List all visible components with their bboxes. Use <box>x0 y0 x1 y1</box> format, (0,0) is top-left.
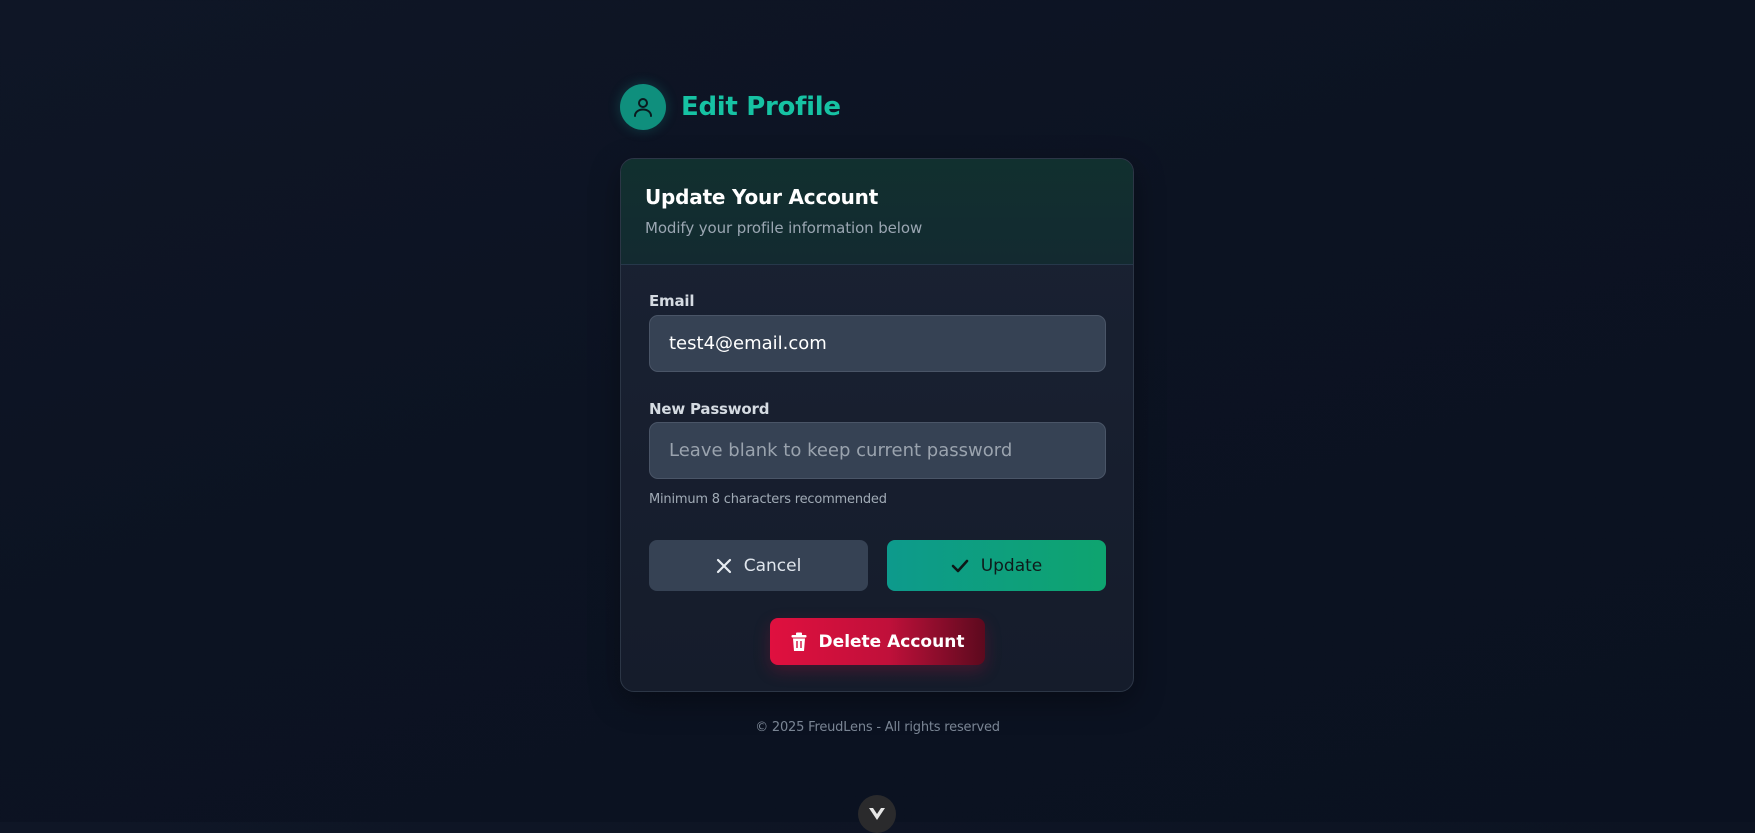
edit-profile-card: Update Your Account Modify your profile … <box>620 158 1134 692</box>
check-icon <box>951 558 969 574</box>
scroll-down-button[interactable] <box>858 795 896 833</box>
card-title: Update Your Account <box>645 185 879 209</box>
email-label: Email <box>649 292 695 310</box>
card-subtitle: Modify your profile information below <box>645 219 923 237</box>
password-hint: Minimum 8 characters recommended <box>649 492 887 507</box>
email-field[interactable] <box>649 315 1106 372</box>
trash-icon <box>791 632 807 652</box>
cancel-button[interactable]: Cancel <box>649 540 868 591</box>
close-icon <box>716 558 732 574</box>
chevron-down-icon <box>868 807 886 821</box>
update-label: Update <box>980 555 1043 576</box>
footer-copyright: © 2025 FreudLens - All rights reserved <box>755 720 1000 735</box>
page-header: Edit Profile <box>620 84 841 130</box>
new-password-label: New Password <box>649 400 770 418</box>
page-title: Edit Profile <box>681 92 841 122</box>
update-button[interactable]: Update <box>887 540 1106 591</box>
delete-account-label: Delete Account <box>818 631 965 652</box>
new-password-field[interactable] <box>649 422 1106 479</box>
cancel-label: Cancel <box>743 555 802 576</box>
card-header: Update Your Account Modify your profile … <box>621 159 1133 265</box>
user-icon <box>620 84 666 130</box>
delete-account-button[interactable]: Delete Account <box>770 618 985 665</box>
